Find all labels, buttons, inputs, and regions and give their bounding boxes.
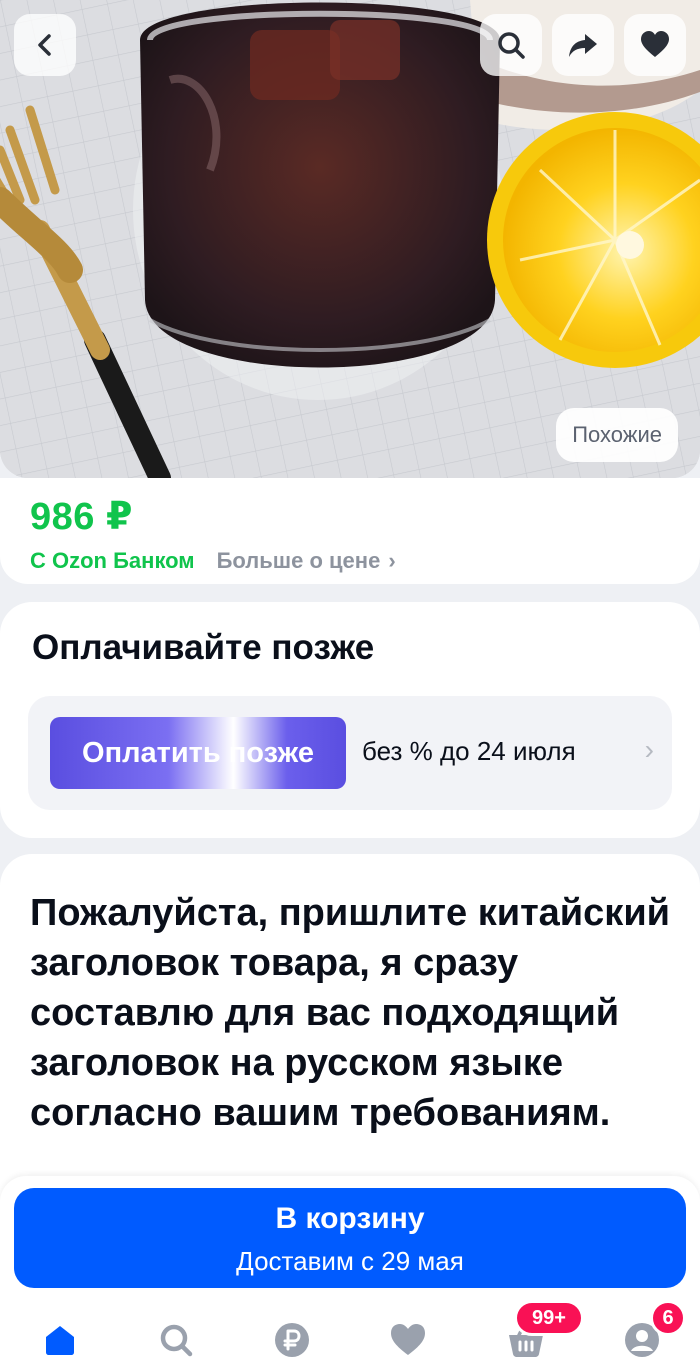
- search-button[interactable]: [480, 14, 542, 76]
- chevron-right-icon: ›: [644, 734, 654, 765]
- pay-later-button[interactable]: Оплатить позже: [50, 717, 346, 789]
- ozon-bank-price-label: С Ozon Банком: [30, 548, 195, 573]
- profile-notification-badge: 6: [650, 1300, 686, 1336]
- share-button[interactable]: [552, 14, 614, 76]
- home-icon: [46, 1326, 74, 1355]
- product-photo[interactable]: Похожие: [0, 0, 700, 478]
- price-value: 986 ₽: [30, 496, 133, 538]
- pay-later-title: Оплачивайте позже: [32, 628, 375, 667]
- delivery-date: Доставим с 29 мая: [236, 1246, 464, 1276]
- favorite-button[interactable]: [624, 14, 686, 76]
- price-details-row: С Ozon Банком Больше о цене ›: [30, 548, 396, 574]
- pay-later-row[interactable]: Оплатить позже без % до 24 июля ›: [28, 696, 672, 810]
- nav-home[interactable]: [36, 1316, 84, 1364]
- cart-count-badge: 99+: [514, 1300, 584, 1336]
- add-to-cart-label: В корзину: [275, 1202, 425, 1235]
- heart-icon: [391, 1324, 425, 1355]
- nav-favorites[interactable]: [384, 1316, 432, 1364]
- nav-finance[interactable]: [268, 1316, 316, 1364]
- search-icon: [160, 1324, 193, 1357]
- more-about-price-link[interactable]: Больше о цене: [217, 548, 381, 574]
- ruble-icon: [275, 1323, 309, 1357]
- pay-later-terms: без % до 24 июля: [362, 736, 576, 766]
- share-arrow-icon: [569, 34, 597, 57]
- back-button[interactable]: [14, 14, 76, 76]
- similar-button[interactable]: Похожие: [556, 408, 678, 462]
- chevron-right-icon: ›: [388, 548, 396, 573]
- heart-icon: [641, 31, 669, 57]
- bottom-nav: 99+ 6: [0, 1300, 700, 1368]
- search-icon: [498, 32, 525, 59]
- add-to-cart-button[interactable]: В корзину Доставим с 29 мая: [14, 1188, 686, 1288]
- price-card: 986 ₽ С Ozon Банком Больше о цене ›: [0, 478, 700, 584]
- nav-search[interactable]: [152, 1316, 200, 1364]
- pay-later-card: Оплачивайте позже Оплатить позже без % д…: [0, 602, 700, 838]
- product-title: Пожалуйста, пришлите китайский заголовок…: [30, 892, 671, 1134]
- chevron-left-icon: [38, 34, 51, 56]
